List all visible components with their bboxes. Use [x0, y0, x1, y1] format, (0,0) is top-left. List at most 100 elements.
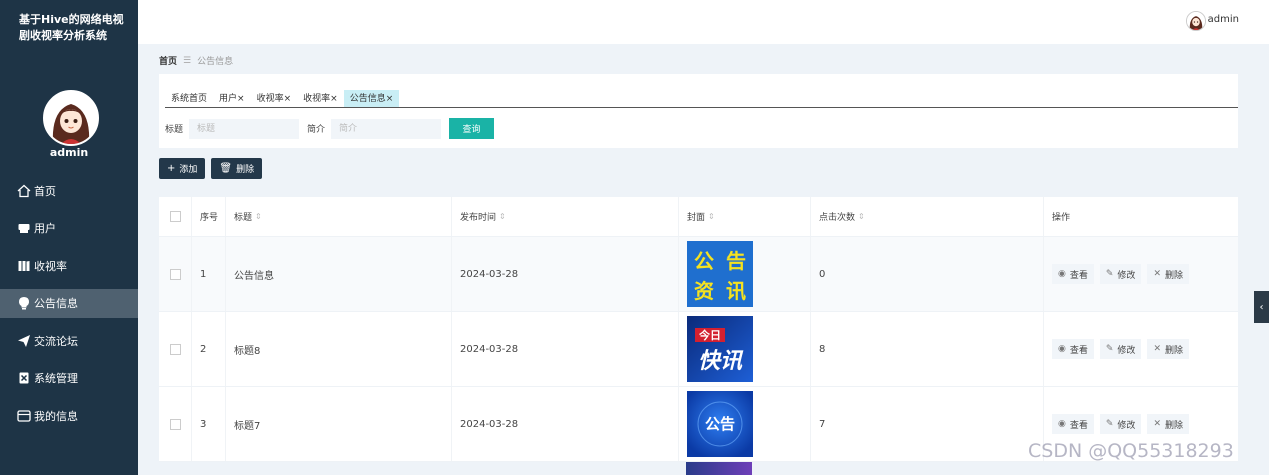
- sidebar: 基于Hive的网络电视剧收视率分析系统 admin 首页 用户 收视率 公告信息…: [0, 0, 138, 475]
- top-username[interactable]: admin: [1208, 14, 1239, 25]
- edit-button[interactable]: ✎ 修改: [1099, 339, 1142, 359]
- breadcrumb: 首页 ☰ 公告信息: [159, 54, 234, 68]
- tab-ratings-2[interactable]: 收视率×: [297, 90, 344, 108]
- sidebar-item-notice[interactable]: 公告信息: [0, 288, 138, 318]
- breadcrumb-home[interactable]: 首页: [159, 54, 177, 67]
- cover-image-partial: [686, 462, 752, 475]
- sidebar-item-profile[interactable]: 我的信息: [0, 401, 138, 430]
- sort-icon[interactable]: ⇕: [255, 212, 262, 221]
- sidebar-item-ratings[interactable]: 收视率: [0, 251, 138, 280]
- bulk-delete-button[interactable]: 🗑 删除: [211, 158, 263, 179]
- cover-image[interactable]: 公告: [687, 391, 753, 457]
- row-checkbox-cell: [159, 312, 192, 386]
- tab-bar: 系统首页 用户× 收视率× 收视率× 公告信息×: [165, 88, 400, 108]
- cell-title: 标题8: [226, 312, 452, 386]
- side-panel-toggle[interactable]: ‹: [1254, 291, 1269, 323]
- sidebar-menu: 首页 用户 收视率 公告信息 交流论坛 系统管理 我的信息: [0, 176, 138, 439]
- table-row[interactable]: 1 公告信息 2024-03-28 公 告 资 讯 0 ◉ 查看 ✎ 修改 ✕ 删除: [159, 237, 1238, 312]
- header-title[interactable]: 标题 ⇕: [226, 197, 452, 236]
- edit-label: 修改: [1117, 420, 1136, 431]
- view-button[interactable]: ◉ 查看: [1052, 264, 1094, 284]
- cell-date: 2024-03-28: [452, 387, 679, 461]
- header-actions: 操作: [1044, 197, 1238, 236]
- cell-actions: ◉ 查看 ✎ 修改 ✕ 删除: [1044, 237, 1238, 311]
- sort-icon[interactable]: ⇕: [708, 212, 715, 221]
- view-button[interactable]: ◉ 查看: [1052, 414, 1094, 434]
- top-avatar[interactable]: [1186, 11, 1206, 31]
- close-icon[interactable]: ×: [284, 94, 292, 104]
- close-icon[interactable]: ×: [330, 94, 338, 104]
- cover-image[interactable]: 今日 快讯: [687, 316, 753, 382]
- header-cover[interactable]: 封面 ⇕: [679, 197, 811, 236]
- table-row[interactable]: 2 标题8 2024-03-28 今日 快讯 8 ◉ 查看 ✎ 修改 ✕ 删除: [159, 312, 1238, 387]
- edit-label: 修改: [1117, 270, 1136, 281]
- delete-button[interactable]: ✕ 删除: [1147, 414, 1189, 434]
- cell-index: 3: [192, 387, 226, 461]
- cell-index: 2: [192, 312, 226, 386]
- tab-home[interactable]: 系统首页: [165, 90, 213, 108]
- edit-button[interactable]: ✎ 修改: [1099, 414, 1142, 434]
- header-clicks[interactable]: 点击次数 ⇕: [811, 197, 1044, 236]
- cell-date: 2024-03-28: [452, 237, 679, 311]
- chevron-left-icon: ‹: [1259, 301, 1264, 313]
- avatar[interactable]: [43, 90, 99, 146]
- query-button[interactable]: 查询: [449, 118, 495, 139]
- card-icon: [16, 408, 32, 424]
- edit-icon: ✎: [1105, 419, 1114, 429]
- sidebar-item-user[interactable]: 用户: [0, 214, 138, 243]
- cell-cover: 公 告 资 讯: [679, 237, 811, 311]
- plus-icon: +: [167, 163, 176, 174]
- tab-user[interactable]: 用户×: [213, 90, 251, 108]
- cell-clicks: 7: [811, 387, 1044, 461]
- view-label: 查看: [1069, 270, 1088, 281]
- sidebar-item-home[interactable]: 首页: [0, 176, 138, 205]
- delete-button[interactable]: ✕ 删除: [1147, 264, 1189, 284]
- view-button[interactable]: ◉ 查看: [1052, 339, 1094, 359]
- topbar: admin: [138, 0, 1269, 44]
- sidebar-item-system[interactable]: 系统管理: [0, 364, 138, 393]
- cover-text: 快讯: [698, 349, 744, 374]
- title-search-input[interactable]: [189, 118, 300, 139]
- tab-ratings[interactable]: 收视率×: [251, 90, 298, 108]
- add-label: 添加: [179, 165, 198, 175]
- cell-title: 公告信息: [226, 237, 452, 311]
- edit-icon: ✎: [1105, 344, 1114, 354]
- cell-actions: ◉ 查看 ✎ 修改 ✕ 删除: [1044, 312, 1238, 386]
- header-date[interactable]: 发布时间 ⇕: [452, 197, 679, 236]
- sidebar-item-forum[interactable]: 交流论坛: [0, 326, 138, 355]
- breadcrumb-current: 公告信息: [197, 57, 234, 67]
- row-checkbox[interactable]: [169, 343, 181, 355]
- cover-text: 资: [694, 279, 714, 303]
- row-checkbox[interactable]: [169, 418, 181, 430]
- sidebar-item-label: 公告信息: [34, 297, 78, 310]
- cell-cover: 今日 快讯: [679, 312, 811, 386]
- cover-image[interactable]: 公 告 资 讯: [687, 241, 753, 307]
- view-label: 查看: [1069, 345, 1088, 356]
- cover-text: 讯: [726, 279, 746, 303]
- user-icon: [16, 220, 32, 236]
- row-checkbox[interactable]: [169, 268, 181, 280]
- toolbar: + 添加 🗑 删除: [159, 158, 268, 179]
- sort-icon[interactable]: ⇕: [499, 212, 506, 221]
- sort-icon[interactable]: ⇕: [858, 212, 865, 221]
- search-panel: 系统首页 用户× 收视率× 收视率× 公告信息× 标题 简介 查询: [159, 74, 1238, 148]
- book-icon: [16, 258, 32, 274]
- add-button[interactable]: + 添加: [159, 158, 206, 179]
- select-all-checkbox[interactable]: [169, 211, 181, 222]
- eye-icon: ◉: [1058, 344, 1066, 354]
- intro-search-input[interactable]: [331, 118, 442, 139]
- sidebar-item-label: 交流论坛: [34, 334, 78, 348]
- tab-notice[interactable]: 公告信息×: [343, 90, 400, 108]
- delete-label: 删除: [1164, 345, 1183, 356]
- delete-button[interactable]: ✕ 删除: [1147, 339, 1189, 359]
- edit-button[interactable]: ✎ 修改: [1099, 264, 1142, 284]
- edit-icon: ✎: [1105, 269, 1114, 279]
- search-row: 标题 简介 查询: [165, 118, 495, 139]
- breadcrumb-separator-icon: ☰: [183, 55, 192, 66]
- sidebar-item-label: 系统管理: [34, 372, 78, 385]
- close-icon[interactable]: ×: [386, 94, 394, 104]
- sidebar-item-label: 首页: [34, 184, 56, 198]
- cell-title: 标题7: [226, 387, 452, 461]
- tab-divider: [165, 107, 1238, 108]
- close-icon[interactable]: ×: [237, 94, 245, 104]
